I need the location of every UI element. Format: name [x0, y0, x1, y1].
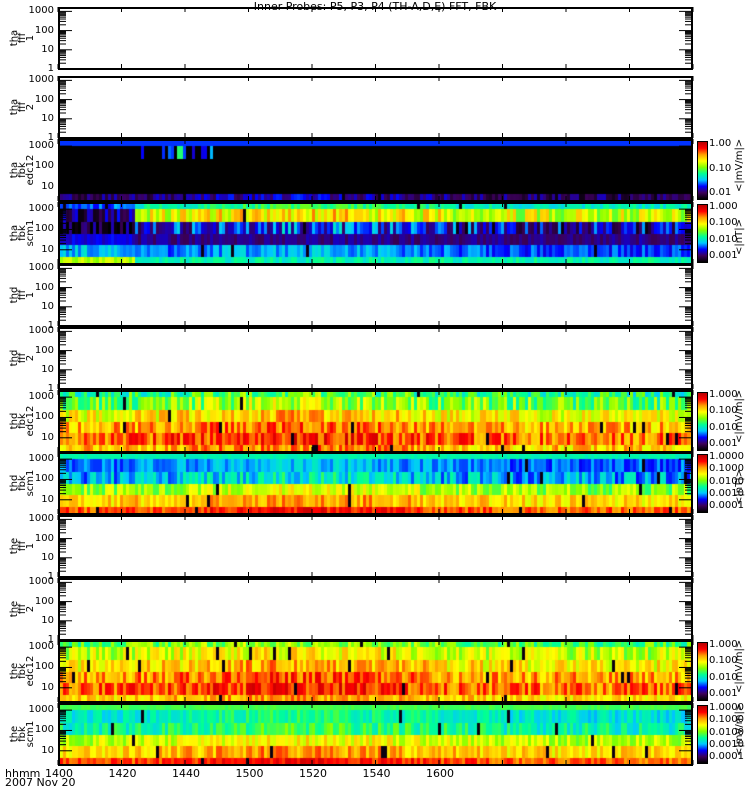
spectrogram-figure: Inner Probes: P5, P3, P4 (TH-A,D,E) FFT,…: [0, 0, 750, 800]
x-tick-label: 1520: [299, 767, 327, 780]
x-tick-label: 1540: [362, 767, 391, 780]
x-tick-label: 1600: [426, 767, 454, 780]
x-tick-label: 1440: [172, 767, 200, 780]
x-tick-label: 1400: [45, 767, 73, 780]
x-tick-label: 1420: [108, 767, 137, 780]
axis-ticks: [57, 703, 694, 765]
x-tick-label: 1500: [235, 767, 264, 780]
